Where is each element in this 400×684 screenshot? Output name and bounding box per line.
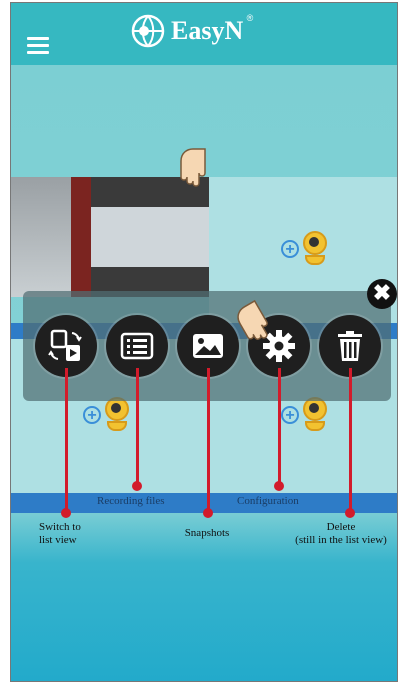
add-camera-icon[interactable]: + — [281, 397, 329, 433]
logo-registered-mark: ® — [246, 13, 254, 23]
logo-text: EasyN — [171, 16, 244, 45]
callout-dot — [345, 508, 355, 518]
configuration-label: Configuration — [237, 495, 299, 507]
globe-logo-icon — [131, 14, 165, 48]
snapshots-callout: Snapshots — [184, 527, 230, 539]
top-bar: EasyN ® — [11, 3, 397, 65]
callout-dot — [203, 508, 213, 518]
callout-dot — [61, 508, 71, 518]
callout-line — [136, 368, 139, 486]
callout-dot — [132, 481, 142, 491]
switch-view-callout: Switch to list view — [39, 521, 81, 546]
callout-line — [349, 368, 352, 513]
app-logo: EasyN ® — [131, 11, 253, 51]
callout-dot — [274, 481, 284, 491]
switch-view-icon — [48, 329, 82, 361]
delete-callout: Delete (still in the list view) — [295, 521, 387, 546]
trash-icon — [338, 331, 362, 361]
add-camera-icon[interactable]: + — [83, 397, 131, 433]
hand-pointer-icon — [180, 148, 206, 187]
close-icon[interactable]: ✖ — [367, 279, 397, 309]
callout-line — [65, 368, 68, 513]
hamburger-icon[interactable] — [27, 37, 49, 54]
callout-line — [278, 368, 281, 486]
add-camera-icon[interactable]: + — [281, 231, 329, 267]
image-icon — [193, 334, 223, 358]
hand-pointer-icon — [237, 299, 268, 340]
list-icon — [120, 332, 154, 360]
phone-screen: EasyN ® + + + Recording files Configurat… — [10, 2, 398, 682]
camera-feed-tile[interactable] — [11, 177, 209, 297]
recording-files-label: Recording files — [97, 495, 165, 507]
callout-line — [207, 368, 210, 513]
